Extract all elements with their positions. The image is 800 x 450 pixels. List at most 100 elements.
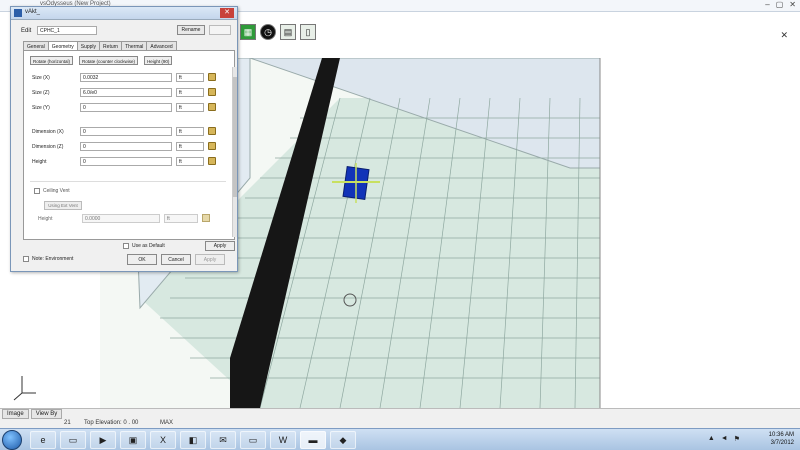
player-icon[interactable]: ▶ [90,431,116,449]
ceiling-height-input[interactable]: 0.0000 [82,214,160,223]
status-elevation: Top Elevation: 0 . 00 [84,420,139,426]
view-tab-view-by[interactable]: View By [30,409,63,419]
row-label: Height [32,159,47,165]
extra-button[interactable] [209,25,231,35]
axis-gizmo [13,376,36,401]
panel-scrollbar[interactable] [232,67,237,237]
mail-icon[interactable]: ✉ [210,431,236,449]
row-label: Dimension (X) [32,129,64,135]
row-label: Dimension (Z) [32,144,64,150]
cancel-button[interactable]: Cancel [161,254,191,265]
rename-button[interactable]: Rename [177,25,205,35]
row-dimension-z: Dimension (Z) 0 ft [32,142,222,152]
lock-icon[interactable] [208,127,216,135]
excel-icon[interactable]: X [150,431,176,449]
clock-date: 3/7/2012 [770,440,794,446]
vb-icon[interactable]: ▣ [120,431,146,449]
unit-select[interactable]: ft [176,88,204,97]
lock-icon[interactable] [208,88,216,96]
lock-icon[interactable] [208,157,216,165]
system-tray: ▲ ◄ ⚑ [708,435,740,443]
main-toolbar: ▦ ◷ ▤ ▯ [240,24,316,40]
volume-icon[interactable]: ◄ [721,435,728,443]
odyssey-icon[interactable]: ◆ [330,431,356,449]
panel-close-icon[interactable]: ✕ [780,30,788,41]
dialog-footer-buttons: OK Cancel Apply [127,254,225,265]
window-controls: – ▢ ✕ [765,0,796,9]
edit-row: Edit CPHC_1 Rename [17,25,231,37]
row-height: Height 0 ft [32,157,222,167]
view-tab-image[interactable]: Image [2,409,29,419]
unit-select[interactable]: ft [176,73,204,82]
app-icon [14,9,22,17]
row-size-x: Size (X) 0.0032 ft [32,73,222,83]
use-default-label: Use as Default [132,243,165,249]
ext-vent-button[interactable]: Using Ext Vent [44,201,82,210]
unit-select[interactable]: ft [176,103,204,112]
flag-icon[interactable]: ⚑ [734,435,740,443]
unit-select[interactable]: ft [176,142,204,151]
size-x-input[interactable]: 0.0032 [80,73,172,82]
edit-name-field[interactable]: CPHC_1 [37,26,97,35]
height-input[interactable]: 0 [80,157,172,166]
chart-icon[interactable]: ▤ [280,24,296,40]
clip-icon[interactable]: ◧ [180,431,206,449]
status-max: MAX [160,420,174,426]
grid-icon[interactable]: ▦ [240,24,256,40]
ok-button[interactable]: OK [127,254,157,265]
height-button[interactable]: Height (90) [144,56,173,65]
folder-icon[interactable]: ▭ [240,431,266,449]
use-default-checkbox[interactable]: Use as Default [123,243,165,249]
lock-icon[interactable] [208,142,216,150]
row-size-z: Size (Z) 6.0/e0 ft [32,88,222,98]
clock[interactable]: 10:36 AM 3/7/2012 [769,431,794,447]
ie-icon[interactable]: e [30,431,56,449]
start-button[interactable] [2,430,22,450]
divider [30,181,226,182]
network-icon[interactable]: ▲ [708,435,715,443]
clock-icon[interactable]: ◷ [260,24,276,40]
dialog-titlebar: vAkt_ ✕ [11,7,237,20]
page-icon[interactable]: ▯ [300,24,316,40]
active-app-icon[interactable]: ▬ [300,431,326,449]
size-y-input[interactable]: 0 [80,103,172,112]
note-environment-checkbox[interactable]: Note: Environment [23,256,73,262]
ceiling-unit-select[interactable]: ft [164,214,198,223]
preset-buttons: Rotate (horizontal) Rotate (counter cloc… [30,56,173,65]
status-left: 21 [64,420,71,426]
ceiling-vent-checkbox[interactable]: Ceiling Vent [34,188,70,194]
word-icon[interactable]: W [270,431,296,449]
maximize-button[interactable]: ▢ [776,0,784,9]
geometry-panel: Rotate (horizontal) Rotate (counter cloc… [23,50,235,240]
size-z-input[interactable]: 6.0/e0 [80,88,172,97]
clock-time: 10:36 AM [768,432,794,438]
lock-icon[interactable] [208,103,216,111]
unit-select[interactable]: ft [176,157,204,166]
view-tabs: Image View By [2,409,63,419]
lock-icon[interactable] [208,73,216,81]
ceiling-height-row: Height 0.0000 ft [38,214,214,224]
unit-select[interactable]: ft [176,127,204,136]
apply-button[interactable]: Apply [195,254,225,265]
folder-icon[interactable]: ▭ [60,431,86,449]
close-button[interactable]: ✕ [789,0,796,9]
properties-dialog: vAkt_ ✕ Edit CPHC_1 Rename General Geome… [10,6,238,272]
taskbar-apps: e ▭ ▶ ▣ X ◧ ✉ ▭ W ▬ ◆ [30,431,356,449]
rotate-horizontal-button[interactable]: Rotate (horizontal) [30,56,74,65]
apply-default-button[interactable]: Apply [205,241,235,251]
dialog-close-button[interactable]: ✕ [220,8,234,18]
dimension-z-input[interactable]: 0 [80,142,172,151]
rotate-ccw-button[interactable]: Rotate (counter clockwise) [79,56,139,65]
minimize-button[interactable]: – [765,0,769,9]
checkbox-box[interactable] [123,243,129,249]
taskbar: e ▭ ▶ ▣ X ◧ ✉ ▭ W ▬ ◆ ▲ ◄ ⚑ 10:36 AM 3/7… [0,428,800,450]
row-label: Size (Y) [32,105,50,111]
note-environment-label: Note: Environment [32,256,74,262]
scroll-thumb[interactable] [233,77,237,197]
checkbox-box[interactable] [23,256,29,262]
checkbox-box[interactable] [34,188,40,194]
dimension-x-input[interactable]: 0 [80,127,172,136]
lock-icon[interactable] [202,214,210,222]
ceiling-vent-label: Ceiling Vent [43,188,70,194]
row-label: Size (X) [32,75,50,81]
